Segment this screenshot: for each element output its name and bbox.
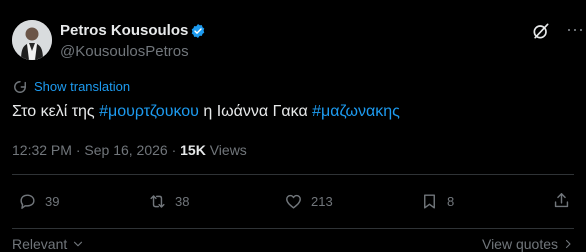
heart-icon [286,194,301,209]
grok-icon[interactable] [531,21,551,41]
chevron-down-icon [74,241,83,247]
avatar-image [12,20,52,60]
tweet-text-part: η Ιωάννα Γακα [198,103,313,120]
view-quotes-link[interactable]: View quotes [482,236,574,252]
avatar[interactable] [12,20,52,60]
reply-count: 39 [45,193,60,209]
like-count: 213 [311,193,333,209]
repost-button[interactable]: 38 [148,191,189,211]
bookmark-button[interactable]: 8 [420,191,454,211]
tweet-meta: 12:32 PM · Sep 16, 2026 · 15K Views [12,142,247,158]
views-count: 15K [180,142,206,158]
hashtag-link[interactable]: #μαζωνακης [312,103,400,120]
repost-icon [150,194,165,208]
bookmark-count: 8 [447,193,455,209]
show-translation-link[interactable]: Show translation [34,79,130,94]
view-quotes-label: View quotes [481,236,558,252]
bookmark-icon [424,193,435,209]
divider [12,228,574,229]
chevron-right-icon [565,239,571,249]
sort-label: Relevant [12,236,68,252]
translate-icon [14,81,26,93]
share-icon[interactable] [552,191,571,210]
like-button[interactable]: 213 [284,191,333,211]
reply-button[interactable]: 39 [18,191,59,211]
sort-replies-dropdown[interactable]: Relevant [12,236,85,252]
separator: · [167,142,181,158]
more-options-icon[interactable]: ⋯ [566,20,585,41]
tweet-text: Στο κελί της #μουρτζουκου η Ιωάννα Γακα … [12,102,400,122]
author-display-name[interactable]: Petros Kousoulos [60,22,188,39]
separator: · [71,142,85,158]
divider [12,174,574,175]
reply-icon [20,193,35,209]
author-handle[interactable]: @KousoulosPetros [60,43,189,60]
tweet-time-link[interactable]: 12:32 PM [12,142,72,158]
tweet-text-part: Στο κελί της [12,103,100,120]
hashtag-link[interactable]: #μουρτζουκου [99,103,199,120]
views-label: Views [205,142,247,158]
repost-count: 38 [175,193,190,209]
verified-badge-icon[interactable] [190,23,206,39]
tweet-date-link[interactable]: Sep 16, 2026 [84,142,167,158]
